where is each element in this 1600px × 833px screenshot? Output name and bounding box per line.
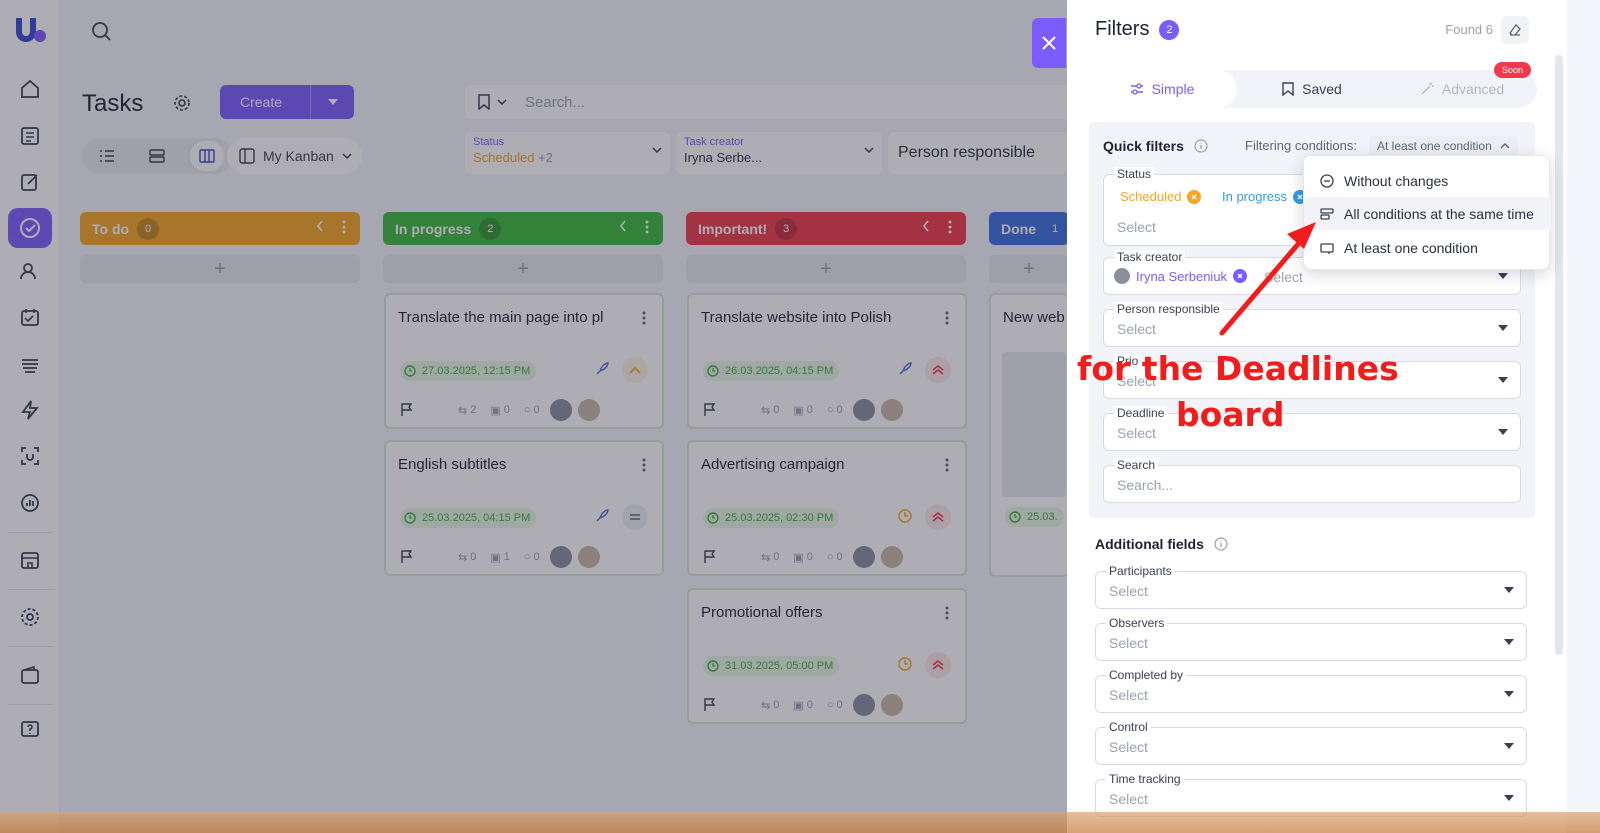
person-responsible-field-placeholder: Select (1117, 321, 1156, 337)
tab-advanced-label: Advanced (1441, 81, 1505, 97)
menu-item-label: Without changes (1344, 172, 1449, 189)
completed-by-field-label: Completed by (1106, 668, 1187, 682)
menu-item-without-changes[interactable]: Without changes (1304, 164, 1551, 197)
tab-saved[interactable]: Saved (1237, 70, 1387, 108)
magic-wand-icon (1420, 82, 1434, 96)
avatar (1114, 268, 1130, 284)
chevron-down-icon (1498, 429, 1508, 435)
chevron-down-icon (1504, 795, 1514, 801)
completed-by-field-placeholder: Select (1109, 687, 1148, 703)
time-tracking-field-label: Time tracking (1106, 772, 1184, 786)
split-icon (1320, 241, 1334, 255)
quick-filters-heading: Quick filters (1103, 138, 1208, 154)
panel-header: Filters 2 (1095, 18, 1180, 41)
filters-panel: Filters 2 Found 6 Simple Saved Advanced … (1067, 0, 1567, 833)
modal-overlay[interactable] (0, 0, 1067, 833)
observers-field-placeholder: Select (1109, 635, 1148, 651)
person-responsible-field-label: Person responsible (1114, 302, 1223, 316)
tab-advanced[interactable]: Advanced Soon (1387, 62, 1537, 108)
info-icon[interactable] (1214, 537, 1228, 551)
filtering-conditions-label: Filtering conditions: (1245, 138, 1357, 153)
person-responsible-field[interactable]: Person responsible Select (1103, 302, 1521, 347)
filtering-conditions-menu: Without changes All conditions at the sa… (1303, 155, 1551, 270)
sliders-icon (1130, 83, 1144, 95)
chevron-down-icon (1498, 325, 1508, 331)
chevron-down-icon (1504, 691, 1514, 697)
participants-field[interactable]: Participants Select (1095, 564, 1527, 609)
panel-scrollbar[interactable] (1555, 55, 1563, 655)
filter-mode-tabs: Simple Saved Advanced Soon (1087, 62, 1537, 108)
search-field[interactable]: Search Search... (1103, 458, 1521, 503)
search-field-label: Search (1114, 458, 1159, 472)
chevron-up-icon (1500, 143, 1510, 149)
info-icon[interactable] (1194, 139, 1208, 153)
window-bottom-edge (0, 812, 1600, 833)
tab-simple[interactable]: Simple (1087, 70, 1237, 108)
task-creator-chip-label: Iryna Serbeniuk (1136, 268, 1228, 284)
remove-chip-icon[interactable] (1233, 269, 1248, 283)
chevron-down-icon (1504, 587, 1514, 593)
status-field-placeholder: Select (1117, 219, 1156, 235)
task-creator-field-label: Task creator (1114, 250, 1186, 264)
search-field-placeholder: Search... (1117, 477, 1174, 493)
bookmark-icon (1282, 82, 1294, 96)
additional-fields-heading: Additional fields (1095, 536, 1228, 552)
observers-field[interactable]: Observers Select (1095, 616, 1527, 661)
deadline-field[interactable]: Deadline Select (1103, 406, 1521, 451)
remove-chip-icon[interactable] (1187, 189, 1202, 204)
participants-field-placeholder: Select (1109, 583, 1148, 599)
menu-item-at-least-one[interactable]: At least one condition (1304, 231, 1551, 264)
chevron-down-icon (1498, 377, 1508, 383)
control-field-placeholder: Select (1109, 739, 1148, 755)
time-tracking-field-placeholder: Select (1109, 791, 1148, 807)
quick-filters-title: Quick filters (1103, 138, 1184, 154)
annotation-text-line1: for the Deadlines (1077, 349, 1399, 388)
participants-field-label: Participants (1106, 564, 1175, 578)
tab-simple-label: Simple (1151, 81, 1195, 97)
deadline-field-label: Deadline (1114, 406, 1168, 420)
status-field-label: Status (1114, 167, 1155, 181)
control-field[interactable]: Control Select (1095, 720, 1527, 765)
close-icon[interactable] (1032, 18, 1066, 68)
soon-badge: Soon (1493, 62, 1531, 78)
task-creator-chip: Iryna Serbeniuk (1114, 268, 1248, 284)
menu-item-label: All conditions at the same time (1344, 205, 1534, 222)
tab-saved-label: Saved (1302, 81, 1342, 97)
completed-by-field[interactable]: Completed by Select (1095, 668, 1527, 713)
found-count: Found 6 (1445, 22, 1493, 37)
chevron-down-icon (1504, 639, 1514, 645)
task-creator-field-placeholder: Select (1264, 269, 1303, 285)
filtering-conditions-select[interactable]: At least one condition (1369, 136, 1518, 156)
status-chip-in-progress-label: In progress (1222, 189, 1288, 204)
additional-fields-title: Additional fields (1095, 536, 1204, 552)
status-chip-in-progress: In progress (1222, 189, 1308, 204)
status-chip-scheduled-label: Scheduled (1120, 189, 1182, 204)
minus-circle-icon (1320, 173, 1334, 188)
stack-icon (1320, 207, 1334, 221)
eraser-icon[interactable] (1501, 16, 1529, 44)
annotation-text-line2: board (1176, 395, 1285, 434)
status-chip-scheduled: Scheduled (1120, 189, 1202, 204)
panel-title: Filters (1095, 18, 1150, 40)
menu-item-all-conditions[interactable]: All conditions at the same time (1304, 197, 1551, 230)
filtering-conditions-value: At least one condition (1377, 139, 1492, 153)
menu-item-label: At least one condition (1344, 239, 1478, 256)
observers-field-label: Observers (1106, 616, 1168, 630)
chevron-down-icon (1504, 743, 1514, 749)
filters-count-badge: 2 (1159, 19, 1180, 40)
chevron-down-icon (1498, 273, 1508, 279)
control-field-label: Control (1106, 720, 1151, 734)
deadline-field-placeholder: Select (1117, 425, 1156, 441)
